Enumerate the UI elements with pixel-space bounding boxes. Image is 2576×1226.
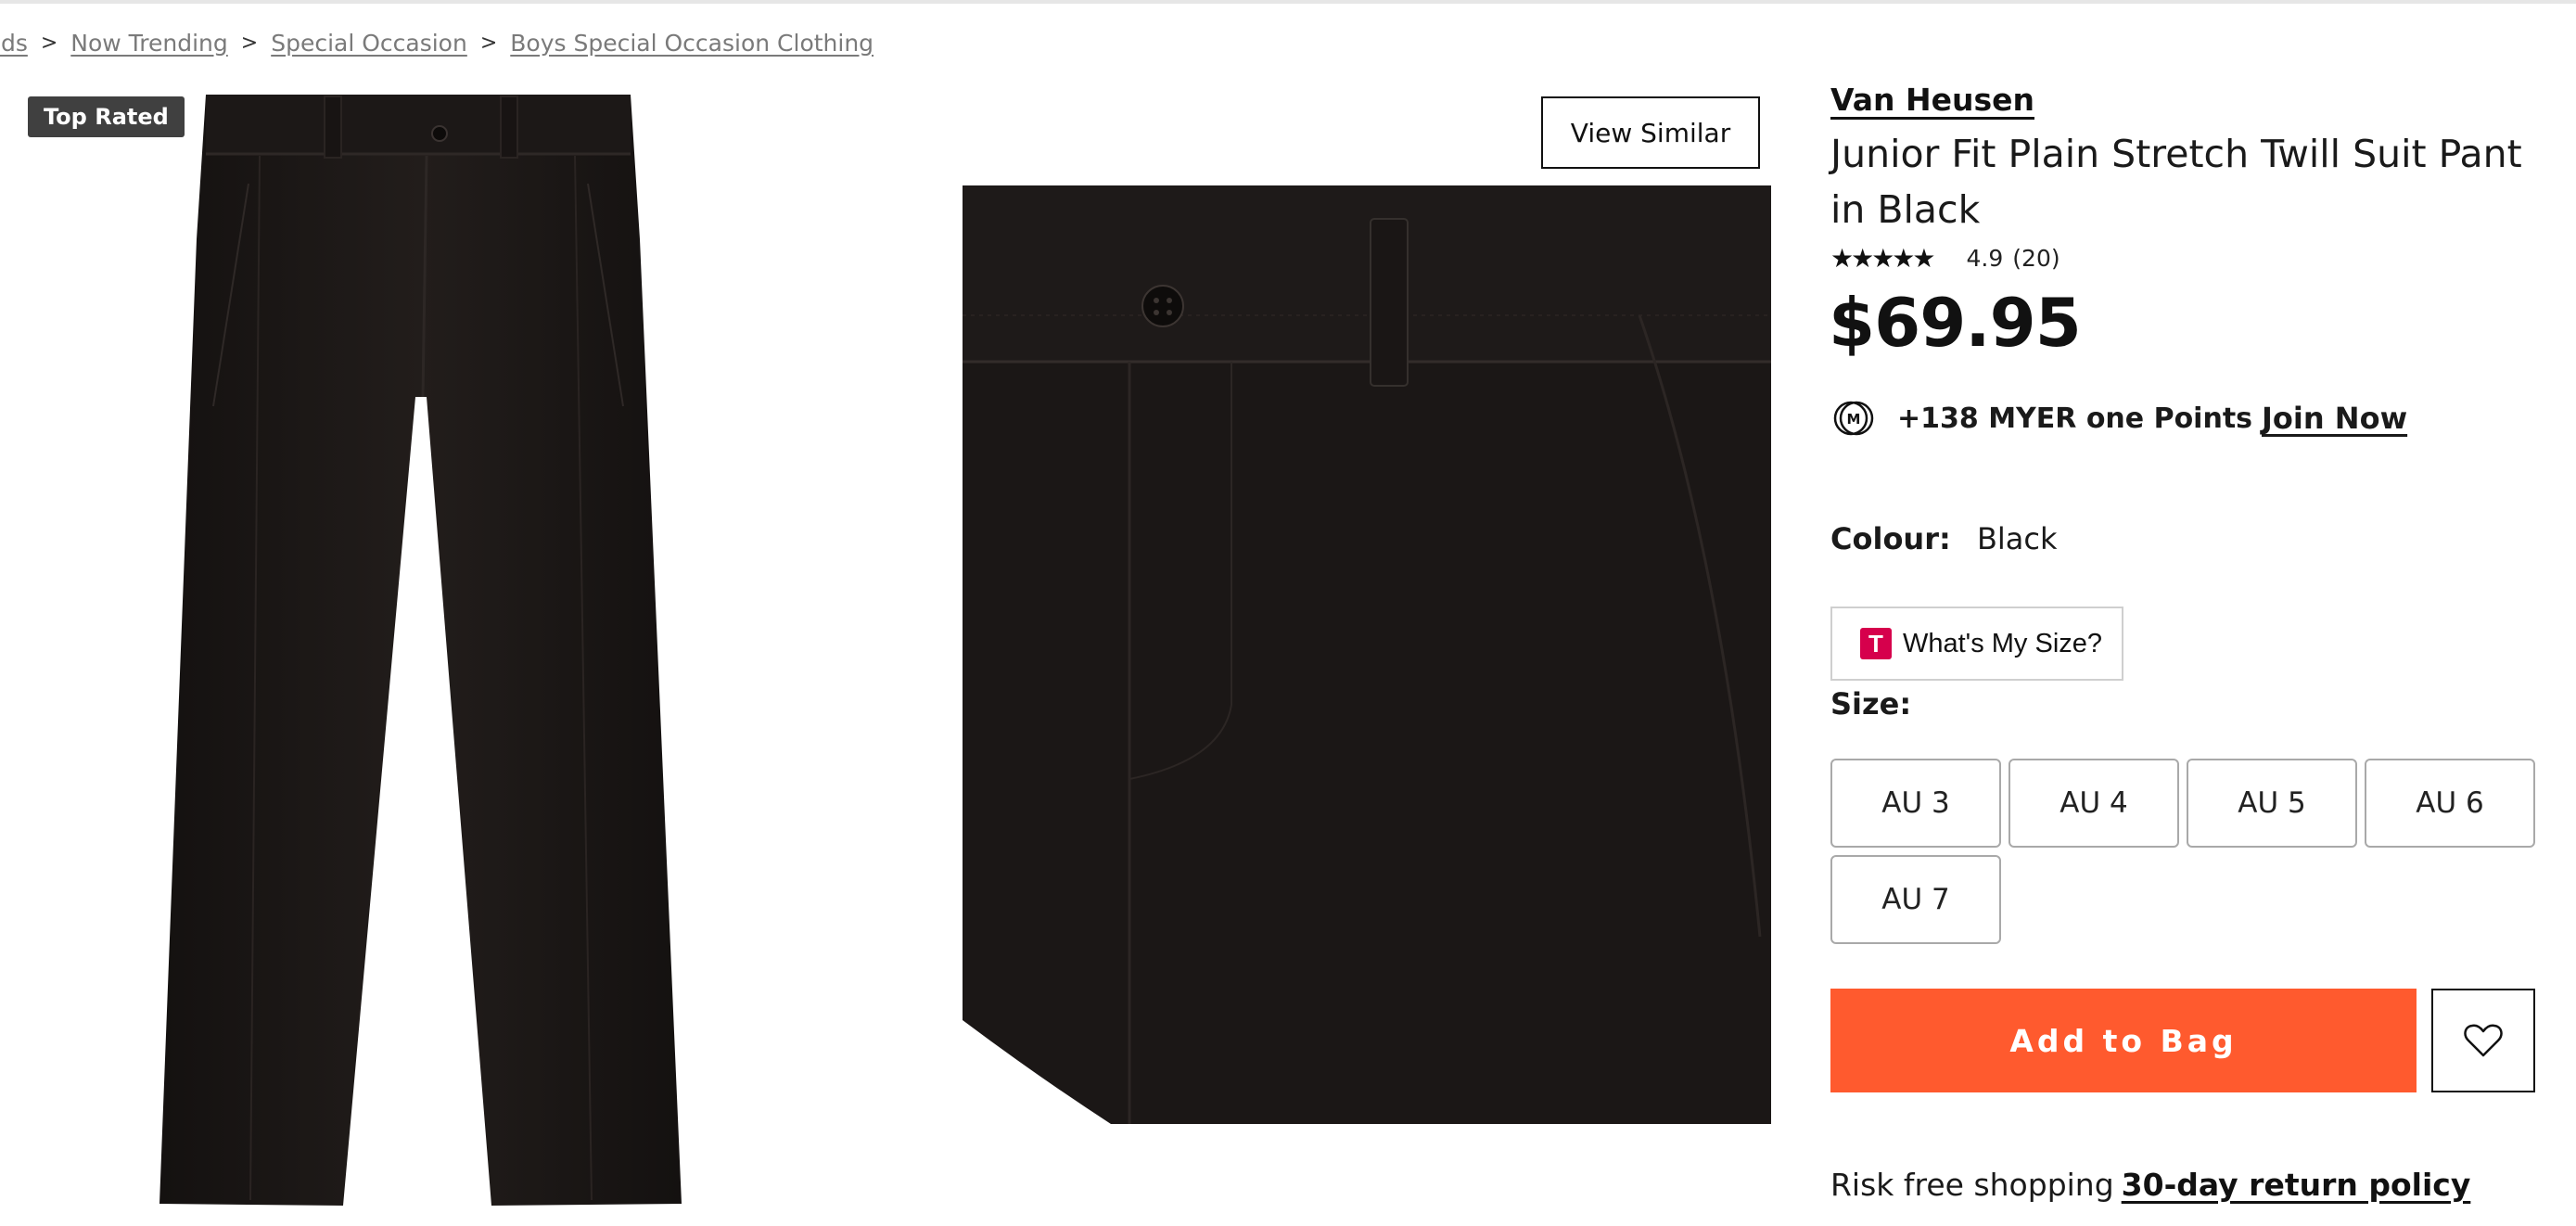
loyalty-points: M +138 MYER one Points Join Now — [1830, 393, 2407, 443]
whats-my-size-button[interactable]: T What's My Size? — [1830, 607, 2123, 681]
product-image-full[interactable] — [148, 91, 695, 1213]
whats-my-size-label: What's My Size? — [1903, 628, 2103, 658]
risk-free-text: Risk free shopping — [1830, 1167, 2114, 1203]
breadcrumb-item-special-occasion[interactable]: Special Occasion — [271, 30, 467, 57]
rating-summary[interactable]: ★★★★★ 4.9 (20) — [1830, 243, 2060, 274]
colour-selection: Colour: Black — [1830, 521, 2058, 556]
size-option-au6[interactable]: AU 6 — [2365, 759, 2535, 848]
join-now-link[interactable]: Join Now — [2262, 401, 2407, 436]
heart-icon — [2464, 1024, 2503, 1057]
breadcrumb: ids > Now Trending > Special Occasion > … — [0, 26, 874, 59]
breadcrumb-item-now-trending[interactable]: Now Trending — [70, 30, 227, 57]
breadcrumb-separator: > — [479, 31, 498, 55]
breadcrumb-separator: > — [40, 31, 58, 55]
product-title: Junior Fit Plain Stretch Twill Suit Pant… — [1830, 132, 2522, 232]
truefit-logo-icon: T — [1860, 628, 1892, 659]
size-option-au5[interactable]: AU 5 — [2187, 759, 2357, 848]
breadcrumb-item-kids[interactable]: ids — [0, 30, 28, 57]
breadcrumb-separator: > — [240, 31, 259, 55]
return-policy-note: Risk free shopping 30-day return policy — [1830, 1167, 2470, 1203]
brand-link[interactable]: Van Heusen — [1830, 82, 2034, 118]
product-image-closeup[interactable] — [963, 185, 1771, 1124]
size-option-au4[interactable]: AU 4 — [2009, 759, 2179, 848]
star-rating-icon: ★★★★★ — [1830, 243, 1936, 274]
colour-value: Black — [1976, 521, 2058, 556]
rating-value: 4.9 — [1966, 245, 2004, 272]
size-option-au3[interactable]: AU 3 — [1830, 759, 2001, 848]
top-divider — [0, 0, 2576, 4]
size-label: Size: — [1830, 686, 1912, 722]
review-count: (20) — [2012, 245, 2060, 272]
top-rated-badge: Top Rated — [28, 96, 185, 137]
size-option-au7[interactable]: AU 7 — [1830, 855, 2001, 944]
return-policy-link[interactable]: 30-day return policy — [2122, 1167, 2471, 1203]
colour-label: Colour: — [1830, 521, 1951, 556]
svg-text:M: M — [1847, 411, 1861, 428]
points-text: +138 MYER one Points — [1897, 402, 2253, 435]
add-to-bag-button[interactable]: Add to Bag — [1830, 989, 2417, 1092]
breadcrumb-item-boys-special-occasion[interactable]: Boys Special Occasion Clothing — [510, 30, 874, 57]
wishlist-button[interactable] — [2431, 989, 2535, 1092]
view-similar-button[interactable]: View Similar — [1541, 96, 1760, 169]
myer-m-icon: M — [1833, 401, 1874, 436]
product-price: $69.95 — [1829, 284, 2082, 362]
